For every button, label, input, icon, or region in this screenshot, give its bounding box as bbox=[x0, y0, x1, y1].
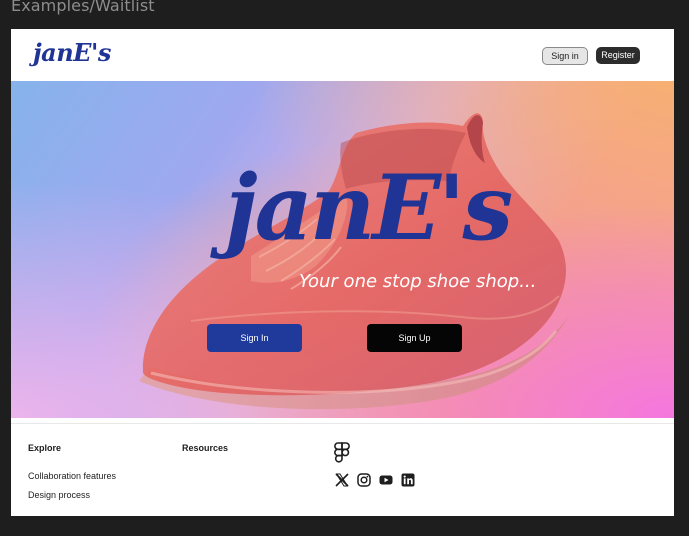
linkedin-icon[interactable] bbox=[401, 473, 415, 487]
footer-resources-heading: Resources bbox=[182, 443, 229, 453]
nav-register-button[interactable]: Register bbox=[596, 47, 640, 64]
hero-sign-in-button[interactable]: Sign In bbox=[207, 324, 302, 352]
hero-banner: janE's Your one stop shoe shop... Sign I… bbox=[11, 81, 674, 418]
hero-tagline: Your one stop shoe shop... bbox=[299, 271, 537, 292]
brand-logo[interactable]: janE's bbox=[33, 38, 111, 67]
footer-link-collaboration[interactable]: Collaboration features bbox=[28, 471, 116, 481]
instagram-icon[interactable] bbox=[357, 473, 371, 487]
footer-link-design-process[interactable]: Design process bbox=[28, 490, 90, 500]
waitlist-page: janE's Sign in Register janE's Your one … bbox=[11, 29, 674, 516]
frame-title: Examples/Waitlist bbox=[11, 0, 155, 15]
nav-sign-in-button[interactable]: Sign in bbox=[542, 47, 588, 65]
x-icon[interactable] bbox=[335, 473, 349, 487]
youtube-icon[interactable] bbox=[379, 473, 393, 487]
top-nav: janE's Sign in Register bbox=[11, 29, 674, 81]
hero-sign-up-button[interactable]: Sign Up bbox=[367, 324, 462, 352]
figma-icon[interactable] bbox=[334, 442, 350, 464]
footer-divider bbox=[11, 423, 674, 424]
footer-explore-heading: Explore bbox=[28, 443, 62, 453]
hero-brand-logo: janE's bbox=[225, 155, 513, 261]
